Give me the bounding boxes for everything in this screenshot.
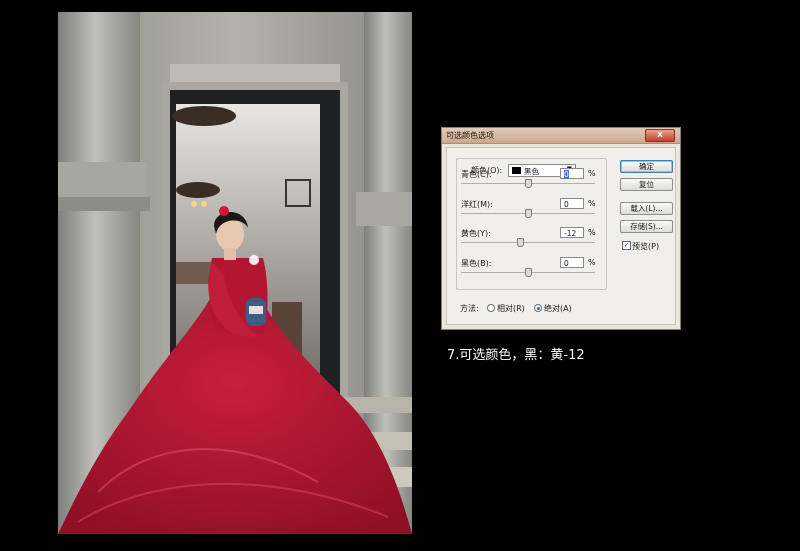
method-relative-label: 相对(R) xyxy=(497,304,525,313)
preview-label: 预览(P) xyxy=(632,242,660,251)
slider-thumb[interactable] xyxy=(525,179,532,188)
slider-thumb[interactable] xyxy=(525,208,532,218)
slider-value-input[interactable]: -12 xyxy=(560,227,584,238)
percent-unit: % xyxy=(588,198,596,208)
method-label: 方法: xyxy=(460,304,479,313)
wedding-photo xyxy=(58,12,412,534)
method-relative-radio[interactable] xyxy=(487,304,495,312)
dialog-title: 可选颜色选项 xyxy=(446,131,494,140)
reset-button[interactable]: 复位 xyxy=(620,178,673,191)
slider-value-input[interactable]: 0 xyxy=(560,168,584,179)
dialog-body: 颜色(O): 黑色 ▼ 青色(C):0%洋红(M):0%黄色(Y):-12%黑色… xyxy=(446,147,676,325)
slider-label: 黄色(Y): xyxy=(461,229,491,238)
slider-label: 青色(C): xyxy=(461,170,492,179)
ok-button[interactable]: 确定 xyxy=(620,160,673,173)
slider-value: 0 xyxy=(564,199,569,209)
slider-thumb[interactable] xyxy=(525,267,532,277)
color-dropdown-value: 黑色 xyxy=(524,167,539,176)
slider-value-input[interactable]: 0 xyxy=(560,197,584,209)
slider-track[interactable] xyxy=(461,242,595,243)
step-caption: 7.可选颜色，黑：黄-12 xyxy=(447,348,585,363)
check-icon: ✓ xyxy=(623,241,630,249)
color-swatch xyxy=(512,167,521,174)
slider-value: -12 xyxy=(564,229,577,238)
method-absolute-label: 绝对(A) xyxy=(544,304,572,313)
close-icon: x xyxy=(657,130,663,140)
slider-value: 0 xyxy=(564,258,569,268)
selective-color-dialog: 可选颜色选项 x 颜色(O): 黑色 ▼ 青色(C):0%洋红(M):0%黄色(… xyxy=(441,127,681,330)
slider-thumb[interactable] xyxy=(516,238,524,247)
slider-label: 洋红(M): xyxy=(461,199,493,209)
method-absolute-radio[interactable] xyxy=(534,304,542,312)
load-button[interactable]: 载入(L)... xyxy=(620,202,673,215)
slider-label: 黑色(B): xyxy=(461,258,492,268)
preview-checkbox[interactable]: ✓ xyxy=(622,241,631,250)
slider-value-input[interactable]: 0 xyxy=(560,256,584,268)
save-button[interactable]: 存储(S)... xyxy=(620,220,673,233)
close-button[interactable]: x xyxy=(645,129,675,142)
percent-unit: % xyxy=(588,169,596,178)
slider-value: 0 xyxy=(564,170,569,179)
dialog-titlebar[interactable]: 可选颜色选项 x xyxy=(442,128,680,144)
percent-unit: % xyxy=(588,228,596,237)
percent-unit: % xyxy=(588,257,596,267)
